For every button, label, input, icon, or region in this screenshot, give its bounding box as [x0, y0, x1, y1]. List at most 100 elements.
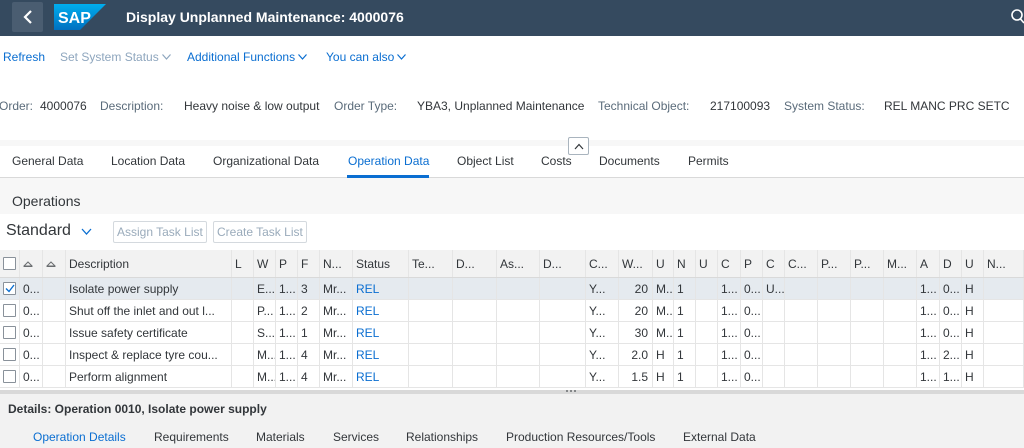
table-cell: Mr...	[320, 322, 353, 343]
dtab-production-resources-tools[interactable]: Production Resources/Tools	[506, 430, 655, 444]
you-can-also-menu[interactable]: You can also	[326, 50, 407, 64]
column-header[interactable]: D	[940, 250, 962, 277]
column-header[interactable]: A	[917, 250, 940, 277]
column-header[interactable]	[0, 250, 20, 277]
table-row[interactable]: 0... Issue safety certificate S... 1... 1 Mr.…	[0, 322, 1024, 344]
sort-icon[interactable]	[23, 260, 33, 267]
table-cell	[696, 366, 718, 387]
sort-icon[interactable]	[46, 260, 56, 267]
refresh-button[interactable]: Refresh	[3, 50, 45, 64]
table-cell: Y...	[586, 344, 619, 365]
table-cell: H	[962, 300, 984, 321]
table-cell	[818, 344, 851, 365]
tab-operation-data[interactable]: Operation Data	[348, 154, 429, 168]
column-header[interactable]: U	[962, 250, 984, 277]
column-header[interactable]: Te...	[409, 250, 453, 277]
column-header[interactable]: L	[232, 250, 254, 277]
table-cell	[818, 366, 851, 387]
table-cell: 20	[619, 300, 653, 321]
table-cell	[984, 278, 1024, 299]
column-header[interactable]: M...	[884, 250, 917, 277]
create-task-list-button[interactable]: Create Task List	[213, 221, 307, 243]
column-header[interactable]	[20, 250, 43, 277]
dtab-operation-details[interactable]: Operation Details	[33, 430, 126, 444]
tab-object-list[interactable]: Object List	[457, 154, 514, 168]
object-header: Order: 4000076 Description: Heavy noise …	[0, 78, 1024, 140]
column-header[interactable]: N	[674, 250, 696, 277]
table-cell	[540, 322, 586, 343]
table-cell	[851, 322, 884, 343]
table-cell: Y...	[586, 300, 619, 321]
search-icon[interactable]	[1010, 9, 1024, 25]
order-type-value: YBA3, Unplanned Maintenance	[417, 99, 585, 113]
select-all-checkbox[interactable]	[3, 257, 16, 270]
column-header[interactable]: P...	[818, 250, 851, 277]
additional-functions-menu[interactable]: Additional Functions	[187, 50, 308, 64]
column-header[interactable]: P	[741, 250, 763, 277]
variant-selector[interactable]: Standard	[6, 222, 92, 240]
column-header[interactable]: W	[254, 250, 276, 277]
table-cell	[409, 366, 453, 387]
set-system-status-menu[interactable]: Set System Status	[60, 50, 171, 64]
row-checkbox[interactable]	[3, 370, 16, 383]
column-header[interactable]: U	[653, 250, 674, 277]
column-header[interactable]: U	[696, 250, 718, 277]
tab-documents[interactable]: Documents	[599, 154, 660, 168]
column-header[interactable]: W...	[619, 250, 653, 277]
table-cell	[851, 300, 884, 321]
order-type-label: Order Type:	[334, 99, 398, 113]
column-header[interactable]: F	[298, 250, 320, 277]
row-checkbox[interactable]	[3, 348, 16, 361]
dtab-services[interactable]: Services	[333, 430, 379, 444]
dtab-materials[interactable]: Materials	[256, 430, 305, 444]
row-select-cell	[0, 300, 20, 321]
sap-logo[interactable]: SAP	[54, 4, 106, 30]
technical-object-label: Technical Object:	[598, 99, 690, 113]
column-header[interactable]: C	[763, 250, 785, 277]
column-header[interactable]	[43, 250, 66, 277]
tab-costs[interactable]: Costs	[541, 154, 572, 168]
chevron-down-icon	[81, 228, 92, 235]
table-cell	[43, 300, 66, 321]
tab-general-data[interactable]: General Data	[12, 154, 83, 168]
table-cell: 0...	[741, 278, 763, 299]
table-cell	[232, 300, 254, 321]
table-cell: 20	[619, 278, 653, 299]
column-header[interactable]: D...	[453, 250, 497, 277]
table-cell	[851, 344, 884, 365]
column-header[interactable]: N...	[320, 250, 353, 277]
table-cell: 0...	[20, 300, 43, 321]
row-checkbox[interactable]	[3, 304, 16, 317]
tab-organizational-data[interactable]: Organizational Data	[213, 154, 319, 168]
tab-permits[interactable]: Permits	[688, 154, 729, 168]
collapse-header-button[interactable]	[568, 137, 589, 155]
table-row[interactable]: 0... Shut off the inlet and out l... P... 1…	[0, 300, 1024, 322]
column-header[interactable]: Description	[66, 250, 232, 277]
column-header[interactable]: C...	[586, 250, 619, 277]
column-header[interactable]: C	[718, 250, 741, 277]
column-header[interactable]: Status	[353, 250, 409, 277]
row-checkbox[interactable]	[3, 326, 16, 339]
column-header[interactable]: As...	[497, 250, 540, 277]
column-header[interactable]: P	[276, 250, 298, 277]
column-header[interactable]: P...	[851, 250, 884, 277]
row-checkbox[interactable]	[3, 282, 16, 295]
table-toolbar: Standard Assign Task List Create Task Li…	[0, 214, 1024, 250]
table-row[interactable]: 0... Inspect & replace tyre cou... M... 1..…	[0, 344, 1024, 366]
back-button[interactable]	[12, 2, 43, 32]
column-header[interactable]: D...	[540, 250, 586, 277]
dtab-relationships[interactable]: Relationships	[406, 430, 478, 444]
table-cell	[785, 344, 818, 365]
assign-task-list-button[interactable]: Assign Task List	[113, 221, 207, 243]
column-header[interactable]: C...	[785, 250, 818, 277]
table-cell	[540, 366, 586, 387]
table-cell: M...	[254, 344, 276, 365]
column-header[interactable]: N...	[984, 250, 1024, 277]
table-row[interactable]: 0... Perform alignment M... 1... 4 Mr... REL Y.…	[0, 366, 1024, 388]
dtab-requirements[interactable]: Requirements	[154, 430, 229, 444]
dtab-external-data[interactable]: External Data	[683, 430, 756, 444]
table-cell	[497, 366, 540, 387]
tab-location-data[interactable]: Location Data	[111, 154, 185, 168]
table-row[interactable]: 0... Isolate power supply E... 1... 3 Mr... RE…	[0, 278, 1024, 300]
table-cell: 1.5	[619, 366, 653, 387]
